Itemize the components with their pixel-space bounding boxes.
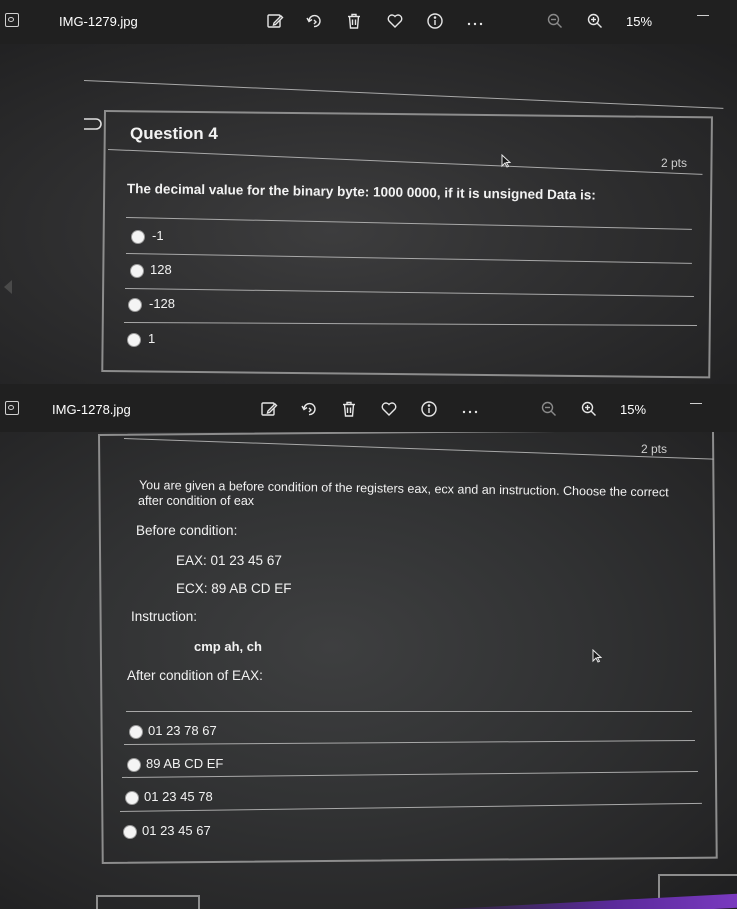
points-label: 2 pts <box>641 442 668 456</box>
option-label: -128 <box>149 296 176 311</box>
eax-value: EAX: 01 23 45 67 <box>176 553 282 568</box>
option-label: 01 23 45 67 <box>142 823 211 838</box>
page-edge-line <box>83 80 724 109</box>
info-icon[interactable] <box>426 12 444 30</box>
edit-icon[interactable] <box>260 400 278 418</box>
photo-canvas[interactable]: 2 pts You are given a before condition o… <box>0 432 737 909</box>
photo-viewer-window-1: IMG-1279.jpg 15% Question 4 2 pts The de… <box>0 0 737 384</box>
option-label: 1 <box>148 331 156 346</box>
mouse-cursor-icon <box>501 154 511 168</box>
photo-viewer-window-2: IMG-1278.jpg 15% 2 pts You are given a b… <box>0 388 737 909</box>
option-radio[interactable] <box>123 825 137 839</box>
zoom-in-icon[interactable] <box>586 12 604 30</box>
previous-button-edge <box>96 895 200 909</box>
favorite-icon[interactable] <box>380 400 398 418</box>
option-radio[interactable] <box>129 725 143 739</box>
option-label: 128 <box>150 262 172 277</box>
option-radio[interactable] <box>130 264 144 278</box>
question-text: after condition of eax <box>138 494 255 508</box>
option-radio[interactable] <box>131 230 145 244</box>
minimize-icon[interactable] <box>690 403 702 404</box>
zoom-out-icon[interactable] <box>540 400 558 418</box>
file-title: IMG-1278.jpg <box>52 402 131 417</box>
edit-icon[interactable] <box>266 12 284 30</box>
more-icon[interactable] <box>466 12 484 30</box>
photo-canvas[interactable]: Question 4 2 pts The decimal value for t… <box>0 44 737 384</box>
app-icon <box>5 13 19 27</box>
back-arrow-icon <box>84 118 102 130</box>
question-title: Question 4 <box>130 124 218 143</box>
option-radio[interactable] <box>127 333 141 347</box>
option-radio[interactable] <box>125 791 139 805</box>
zoom-in-icon[interactable] <box>580 400 598 418</box>
file-title: IMG-1279.jpg <box>59 14 138 29</box>
mouse-cursor-icon <box>592 649 602 663</box>
instruction-label: Instruction: <box>131 609 198 624</box>
after-condition-label: After condition of EAX: <box>127 668 263 683</box>
before-condition-label: Before condition: <box>136 523 238 538</box>
points-label: 2 pts <box>661 156 688 170</box>
delete-icon[interactable] <box>340 400 358 418</box>
rotate-icon[interactable] <box>300 400 318 418</box>
option-label: 89 AB CD EF <box>146 756 224 771</box>
instruction-value: cmp ah, ch <box>194 639 262 654</box>
info-icon[interactable] <box>420 400 438 418</box>
option-divider <box>126 711 692 712</box>
zoom-out-icon[interactable] <box>546 12 564 30</box>
option-label: -1 <box>152 228 164 243</box>
favorite-icon[interactable] <box>386 12 404 30</box>
minimize-icon[interactable] <box>697 15 709 16</box>
option-label: 01 23 78 67 <box>148 723 217 738</box>
screen-glow <box>419 893 737 909</box>
more-icon[interactable] <box>461 400 479 418</box>
title-bar: IMG-1279.jpg 15% <box>0 0 737 44</box>
title-bar: IMG-1278.jpg 15% <box>0 388 737 432</box>
zoom-level: 15% <box>626 14 653 29</box>
question-card <box>101 110 713 379</box>
app-icon <box>5 401 19 415</box>
option-radio[interactable] <box>128 298 142 312</box>
ecx-value: ECX: 89 AB CD EF <box>176 581 292 596</box>
delete-icon[interactable] <box>345 12 363 30</box>
rotate-icon[interactable] <box>305 12 323 30</box>
option-label: 01 23 45 78 <box>144 789 213 804</box>
option-radio[interactable] <box>127 758 141 772</box>
zoom-level: 15% <box>620 402 647 417</box>
previous-arrow-icon[interactable] <box>4 280 12 294</box>
